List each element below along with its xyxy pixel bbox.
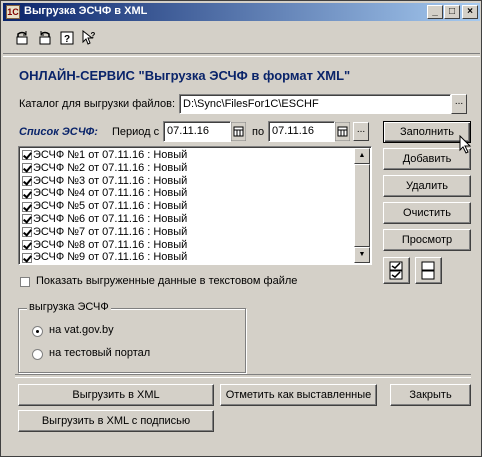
title-bar[interactable]: 1C Выгрузка ЭСЧФ в XML _ □ × (3, 3, 480, 21)
date-from-field[interactable]: 07.11.16 (163, 121, 231, 142)
check-all-icon (389, 261, 403, 280)
list-item[interactable]: ЭСЧФ №5 от 07.11.16 : Новый (19, 200, 371, 213)
list-item-label: ЭСЧФ №1 от 07.11.16 : Новый (33, 149, 188, 161)
check-all-button[interactable] (383, 257, 410, 284)
list-item-checkbox[interactable] (22, 188, 32, 199)
list-item[interactable]: ЭСЧФ №8 от 07.11.16 : Новый (19, 239, 371, 252)
list-item-checkbox[interactable] (22, 227, 32, 238)
main-window: 1C Выгрузка ЭСЧФ в XML _ □ × ? ? ОНЛАЙН-… (0, 0, 482, 457)
list-item-checkbox[interactable] (22, 201, 32, 212)
list-item-label: ЭСЧФ №8 от 07.11.16 : Новый (33, 238, 188, 251)
list-item-label: ЭСЧФ №5 от 07.11.16 : Новый (33, 200, 188, 213)
list-item[interactable]: ЭСЧФ №2 от 07.11.16 : Новый (19, 162, 371, 175)
list-item[interactable]: ЭСЧФ №4 от 07.11.16 : Новый (19, 187, 371, 200)
fill-button[interactable]: Заполнить (383, 121, 471, 143)
list-item-checkbox[interactable] (22, 239, 32, 250)
show-text-checkbox[interactable] (20, 277, 30, 287)
radio-test-portal[interactable] (32, 349, 43, 360)
list-item[interactable]: ЭСЧФ №9 от 07.11.16 : Новый (19, 251, 371, 264)
scroll-up-icon[interactable]: ▲ (354, 148, 370, 164)
eschf-list-rows: ЭСЧФ №1 от 07.11.16 : Новый ЭСЧФ №2 от 07… (19, 147, 371, 264)
export-group-title: выгрузка ЭСЧФ (27, 301, 111, 313)
list-item-label: ЭСЧФ №6 от 07.11.16 : Новый (33, 212, 188, 225)
list-item-checkbox[interactable] (22, 175, 32, 186)
toolbar-separator (3, 53, 480, 57)
svg-text:?: ? (91, 31, 96, 40)
radio-test-portal-label: на тестовый портал (49, 347, 151, 359)
svg-text:?: ? (64, 34, 70, 45)
add-button[interactable]: Добавить (383, 148, 471, 170)
close-window-button[interactable]: × (462, 5, 478, 19)
period-select-button[interactable]: ... (353, 122, 369, 141)
scroll-down-icon[interactable]: ▼ (354, 247, 370, 263)
eschf-list[interactable]: ЭСЧФ №1 от 07.11.16 : Новый ЭСЧФ №2 от 07… (18, 146, 372, 265)
save-icon[interactable] (37, 30, 53, 46)
catalog-label: Каталог для выгрузки файлов: (19, 98, 176, 110)
minimize-button[interactable]: _ (427, 5, 443, 19)
catalog-browse-button[interactable]: ... (451, 94, 467, 114)
context-help-icon[interactable]: ? (81, 30, 97, 46)
uncheck-all-icon (421, 261, 435, 280)
export-signed-xml-button[interactable]: Выгрузить в XML с подписью (18, 410, 214, 432)
maximize-button[interactable]: □ (444, 5, 460, 19)
page-title: ОНЛАЙН-СЕРВИС "Выгрузка ЭСЧФ в формат XM… (19, 68, 351, 83)
list-item-checkbox[interactable] (22, 214, 32, 225)
catalog-path-field[interactable]: D:\Sync\FilesFor1C\ESCHF (179, 94, 451, 114)
bottom-separator (15, 374, 471, 378)
list-item-checkbox[interactable] (22, 150, 32, 161)
list-item-label: ЭСЧФ №2 от 07.11.16 : Новый (33, 161, 188, 174)
list-item[interactable]: ЭСЧФ №7 от 07.11.16 : Новый (19, 226, 371, 239)
list-item-checkbox[interactable] (22, 252, 32, 263)
view-button[interactable]: Просмотр (383, 229, 471, 251)
scroll-thumb[interactable] (354, 164, 370, 247)
list-item-checkbox[interactable] (22, 163, 32, 174)
window-title: Выгрузка ЭСЧФ в XML (24, 5, 148, 17)
date-to-field[interactable]: 07.11.16 (268, 121, 335, 142)
list-item-label: ЭСЧФ №4 от 07.11.16 : Новый (33, 187, 188, 200)
list-scrollbar[interactable]: ▲ ▼ (354, 148, 370, 263)
mouse-cursor-icon (459, 135, 472, 154)
export-group: выгрузка ЭСЧФ на vat.gov.by на тестовый … (18, 301, 246, 373)
app-icon: 1C (6, 5, 20, 19)
list-item[interactable]: ЭСЧФ №6 от 07.11.16 : Новый (19, 213, 371, 226)
help-icon[interactable]: ? (59, 30, 75, 46)
list-item[interactable]: ЭСЧФ №3 от 07.11.16 : Новый (19, 175, 371, 188)
calendar-from-icon[interactable] (231, 122, 246, 141)
period-label: Период с (112, 126, 160, 138)
clear-button[interactable]: Очистить (383, 202, 471, 224)
export-xml-button[interactable]: Выгрузить в XML (18, 384, 214, 406)
list-item-label: ЭСЧФ №9 от 07.11.16 : Новый (33, 251, 188, 264)
close-button[interactable]: Закрыть (390, 384, 471, 406)
show-text-label: Показать выгруженные данные в текстовом … (36, 275, 298, 287)
list-item[interactable]: ЭСЧФ №1 от 07.11.16 : Новый (19, 149, 371, 162)
radio-vat-gov-label: на vat.gov.by (49, 324, 114, 336)
mark-issued-button[interactable]: Отметить как выставленные (220, 384, 377, 406)
list-title: Список ЭСЧФ: (19, 126, 98, 138)
uncheck-all-button[interactable] (415, 257, 442, 284)
period-to-label: по (252, 126, 265, 138)
open-icon[interactable] (14, 30, 30, 46)
calendar-to-icon[interactable] (335, 122, 350, 141)
list-item-label: ЭСЧФ №3 от 07.11.16 : Новый (33, 174, 188, 187)
delete-button[interactable]: Удалить (383, 175, 471, 197)
radio-vat-gov[interactable] (32, 326, 43, 337)
list-item-label: ЭСЧФ №7 от 07.11.16 : Новый (33, 225, 188, 238)
